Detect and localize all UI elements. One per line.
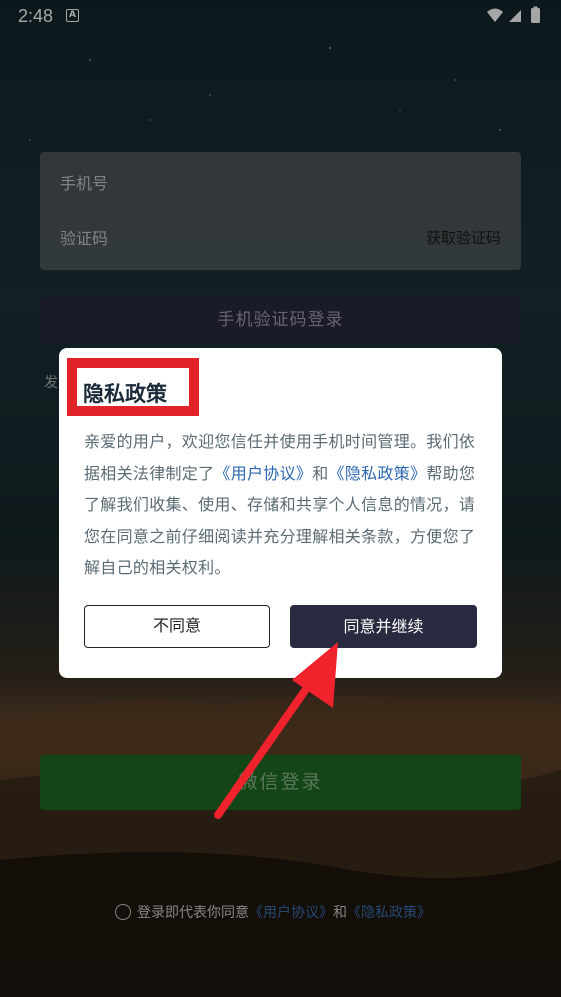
dialog-body-and: 和 [312,463,329,483]
dialog-privacy-policy-link[interactable]: 《隐私政策》 [329,464,427,483]
dialog-title: 隐私政策 [83,382,167,406]
dialog-user-agreement-link[interactable]: 《用户协议》 [214,464,312,483]
disagree-button[interactable]: 不同意 [84,605,270,648]
dialog-body: 亲爱的用户，欢迎您信任并使用手机时间管理。我们依据相关法律制定了《用户协议》和《… [84,426,479,584]
privacy-dialog: 隐私政策 亲爱的用户，欢迎您信任并使用手机时间管理。我们依据相关法律制定了《用户… [59,348,502,678]
agree-continue-button[interactable]: 同意并继续 [290,605,477,648]
